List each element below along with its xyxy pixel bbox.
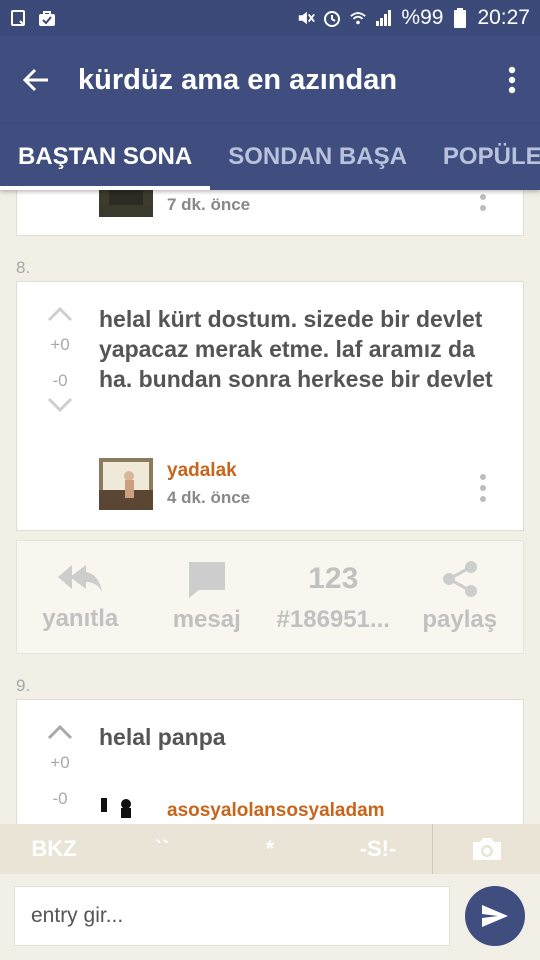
entry-list: 7 dk. önce 8. +0 -0 helal kürt dostum. s… [0, 190, 540, 824]
spoiler-button[interactable]: -S!- [324, 824, 432, 874]
avatar[interactable] [99, 796, 153, 824]
upvote-button[interactable] [39, 306, 81, 327]
entry-input[interactable]: entry gir... [14, 886, 450, 946]
tab-bastan-sona[interactable]: BAŞTAN SONA [0, 124, 211, 190]
entry-card: +0 -0 helal panpa asosyalolansosyaladam [16, 699, 524, 824]
author-name[interactable]: asosyalolansosyaladam [167, 800, 385, 822]
entry-time: 7 dk. önce [167, 195, 251, 214]
downvote-count: -0 [52, 371, 68, 390]
reply-all-icon [58, 565, 103, 593]
share-button[interactable]: paylaş [397, 541, 524, 653]
downvote-button[interactable] [39, 397, 81, 418]
signal-icon [375, 9, 393, 27]
entry-number: 9. [16, 676, 31, 695]
status-bar: %99 20:27 [0, 0, 540, 36]
entry-text: helal panpa [99, 724, 226, 750]
editor-toolbar: BKZ `` * -S!- [0, 824, 540, 874]
chevron-down-icon [47, 397, 73, 413]
tab-populer[interactable]: POPÜLER [425, 124, 540, 190]
share-icon [442, 561, 477, 597]
entry-id-label: #186951... [276, 606, 390, 633]
avatar[interactable] [99, 190, 153, 217]
page-title: kürdüz ama en azından [78, 63, 398, 96]
entry-action-bar: yanıtla mesaj 123 #186951... paylaş [16, 540, 524, 654]
send-button[interactable] [465, 886, 525, 946]
chevron-up-icon [47, 724, 73, 740]
reply-label: yanıtla [42, 605, 119, 632]
downvote-count: -0 [52, 789, 68, 808]
clock: 20:27 [477, 6, 530, 29]
message-button[interactable]: mesaj [144, 541, 271, 653]
camera-icon [472, 838, 501, 860]
tab-sondan-basa[interactable]: SONDAN BAŞA [210, 124, 425, 190]
overflow-menu-button[interactable] [484, 36, 540, 124]
entry-time: 4 dk. önce [167, 488, 251, 507]
battery-text: %99 [401, 6, 444, 29]
star-button[interactable]: * [216, 824, 324, 874]
entry-input-row: entry gir... [0, 874, 540, 960]
entry-number-button[interactable]: 123 #186951... [270, 541, 397, 653]
mute-icon [297, 9, 316, 27]
number-icon: 123 [308, 562, 359, 595]
author-name[interactable]: yadalak [167, 460, 237, 482]
send-icon [482, 905, 508, 927]
quote-button[interactable]: `` [108, 824, 216, 874]
upvote-count: +0 [50, 753, 70, 772]
avatar[interactable] [99, 458, 153, 510]
more-vert-icon [508, 66, 516, 94]
back-button[interactable] [0, 36, 72, 124]
tab-bar: BAŞTAN SONA SONDAN BAŞA POPÜLER [0, 124, 540, 190]
entry-card: 7 dk. önce [16, 190, 524, 236]
notification-icon [10, 9, 28, 27]
message-label: mesaj [172, 606, 241, 633]
upvote-button[interactable] [39, 724, 81, 745]
app-bar: kürdüz ama en azından [0, 36, 540, 124]
wifi-icon [349, 9, 367, 27]
entry-menu-button[interactable] [479, 474, 487, 507]
camera-button[interactable] [432, 824, 540, 874]
bkz-button[interactable]: BKZ [0, 824, 108, 874]
chevron-up-icon [47, 306, 73, 322]
upvote-count: +0 [50, 335, 70, 354]
share-label: paylaş [422, 606, 498, 633]
alarm-icon [323, 9, 341, 27]
bag-icon [38, 9, 56, 27]
entry-menu-button[interactable] [479, 190, 487, 216]
entry-card: +0 -0 helal kürt dostum. sizede bir devl… [16, 281, 524, 531]
entry-text: helal kürt dostum. sizede bir devlet yap… [99, 306, 493, 392]
vote-column: +0 -0 [39, 724, 81, 809]
battery-icon [451, 8, 469, 28]
entry-number: 8. [16, 258, 31, 277]
message-icon [188, 562, 225, 598]
vote-column: +0 -0 [39, 306, 81, 418]
arrow-back-icon [22, 68, 48, 92]
reply-button[interactable]: yanıtla [17, 541, 144, 653]
